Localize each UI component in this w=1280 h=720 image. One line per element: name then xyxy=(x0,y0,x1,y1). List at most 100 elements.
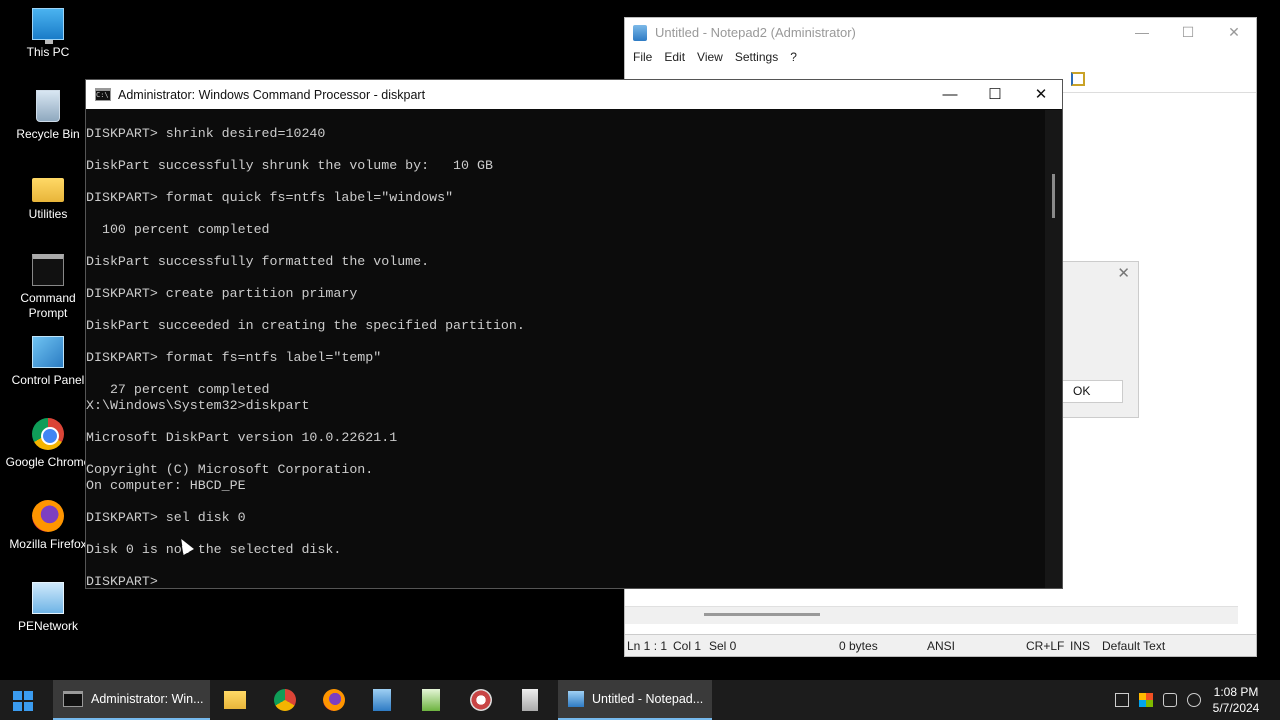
calculator-icon xyxy=(522,689,538,711)
status-line-endings: CR+LF xyxy=(1026,639,1065,653)
taskbar-app[interactable] xyxy=(461,680,501,720)
display-icon[interactable] xyxy=(1139,693,1153,707)
menu-file[interactable]: File xyxy=(627,50,658,64)
console-line: 27 percent completed xyxy=(86,382,270,397)
console-line: X:\Windows\System32>diskpart xyxy=(86,398,310,413)
taskbar-calculator[interactable] xyxy=(510,680,550,720)
status-encoding: ANSI xyxy=(927,639,956,653)
exit-icon[interactable] xyxy=(1071,72,1085,86)
console-line: DISKPART> format fs=ntfs label="temp" xyxy=(86,350,382,365)
menu-settings[interactable]: Settings xyxy=(729,50,784,64)
desktop-icon-chrome[interactable]: Google Chrome xyxy=(0,418,96,470)
network-icon xyxy=(32,582,64,614)
dialog-ok-button[interactable]: OK xyxy=(1063,380,1123,403)
cmd-title-bar[interactable]: C:\ Administrator: Windows Command Proce… xyxy=(86,80,1062,109)
console-line: DiskPart successfully formatted the volu… xyxy=(86,254,430,269)
firefox-icon xyxy=(32,500,64,532)
desktop-icon-label: Mozilla Firefox xyxy=(9,537,87,551)
menu-edit[interactable]: Edit xyxy=(658,50,691,64)
command-prompt-icon xyxy=(32,254,64,286)
speaker-icon[interactable] xyxy=(1187,693,1201,707)
notepad-maximize-button[interactable]: ☐ xyxy=(1165,18,1211,47)
taskbar-clock[interactable]: 1:08 PM 5/7/2024 xyxy=(1206,684,1266,716)
desktop-icon-label: Recycle Bin xyxy=(16,127,80,141)
notepad-icon xyxy=(568,691,584,707)
disk-tool-icon xyxy=(470,689,492,711)
cmd-icon: C:\ xyxy=(95,88,111,101)
dialog-close-button[interactable]: ✕ xyxy=(1117,264,1130,282)
desktop-icon-recycle-bin[interactable]: Recycle Bin xyxy=(0,90,96,142)
taskbar: Administrator: Win... Untitled - Notepad… xyxy=(0,680,1280,720)
notepad-title: Untitled - Notepad2 (Administrator) xyxy=(655,25,856,40)
desktop-icon-control-panel[interactable]: Control Panel xyxy=(0,336,96,388)
cmd-maximize-button[interactable]: ☐ xyxy=(972,80,1018,109)
taskbar-cmd-label: Administrator: Win... xyxy=(91,692,204,706)
notepad-menu-bar: File Edit View Settings ? xyxy=(625,47,1256,67)
taskbar-notepad2[interactable] xyxy=(362,680,402,720)
scrollbar-thumb[interactable] xyxy=(1052,174,1055,218)
cmd-window[interactable]: C:\ Administrator: Windows Command Proce… xyxy=(85,79,1063,589)
status-mode: INS xyxy=(1070,639,1091,653)
taskbar-cmd-button[interactable]: Administrator: Win... xyxy=(53,680,210,720)
notepad-horizontal-scrollbar[interactable] xyxy=(625,606,1238,624)
taskbar-file-explorer[interactable] xyxy=(215,680,255,720)
console-line: Copyright (C) Microsoft Corporation. xyxy=(86,462,374,477)
desktop-icon-label: Control Panel xyxy=(11,373,85,387)
windows-logo-icon xyxy=(13,691,33,711)
desktop-icon-firefox[interactable]: Mozilla Firefox xyxy=(0,500,96,552)
menu-help[interactable]: ? xyxy=(784,50,803,64)
notepad-title-bar[interactable]: Untitled - Notepad2 (Administrator) — ☐ … xyxy=(625,18,1256,47)
taskbar-firefox[interactable] xyxy=(314,680,354,720)
console-line: Disk 0 is now the selected disk. xyxy=(86,542,342,557)
console-line: DiskPart successfully shrunk the volume … xyxy=(86,158,493,173)
taskbar-editor[interactable] xyxy=(411,680,451,720)
notepad-close-button[interactable]: ✕ xyxy=(1211,18,1257,47)
status-size: 0 bytes xyxy=(839,639,878,653)
firefox-icon xyxy=(323,689,345,711)
cmd-minimize-button[interactable]: — xyxy=(927,80,973,109)
console-line: DISKPART> shrink desired=10240 xyxy=(86,126,326,141)
desktop-icon-label: Utilities xyxy=(28,207,68,221)
menu-view[interactable]: View xyxy=(691,50,729,64)
console-line: Microsoft DiskPart version 10.0.22621.1 xyxy=(86,430,398,445)
desktop-icon-label: Command Prompt xyxy=(20,291,76,320)
cmd-title: Administrator: Windows Command Processor… xyxy=(118,87,426,102)
desktop-icon-this-pc[interactable]: This PC xyxy=(0,8,96,60)
start-button[interactable] xyxy=(0,680,46,720)
message-dialog[interactable]: ✕ OK xyxy=(1063,261,1139,418)
desktop-icon-label: This PC xyxy=(26,45,70,59)
desktop-icon-label: PENetwork xyxy=(17,619,79,633)
console-line: DISKPART> format quick fs=ntfs label="wi… xyxy=(86,190,454,205)
notepad-minimize-button[interactable]: — xyxy=(1119,18,1165,47)
cmd-console-output[interactable]: DISKPART> shrink desired=10240 DiskPart … xyxy=(86,110,1046,588)
desktop-icon-penetwork[interactable]: PENetwork xyxy=(0,582,96,634)
taskbar-chrome[interactable] xyxy=(265,680,305,720)
notepad-icon xyxy=(373,689,391,711)
desktop-icon-utilities[interactable]: Utilities xyxy=(0,172,96,222)
cmd-vertical-scrollbar[interactable] xyxy=(1045,110,1062,588)
file-explorer-icon xyxy=(224,691,246,709)
status-position: Ln 1 : 1 xyxy=(627,639,668,653)
chrome-icon xyxy=(274,689,296,711)
scrollbar-thumb[interactable] xyxy=(704,613,820,616)
command-prompt-icon xyxy=(63,691,83,707)
console-line: DISKPART> xyxy=(86,574,166,588)
recycle-bin-icon xyxy=(36,90,60,122)
console-line: 100 percent completed xyxy=(86,222,270,237)
network-status-icon[interactable] xyxy=(1163,693,1177,707)
cmd-close-button[interactable]: ✕ xyxy=(1018,80,1064,109)
folder-icon xyxy=(32,178,64,202)
status-sel: Sel 0 xyxy=(709,639,737,653)
text-editor-icon xyxy=(422,689,440,711)
keyboard-icon[interactable] xyxy=(1115,693,1129,707)
notepad-status-bar: Ln 1 : 1 Col 1 Sel 0 0 bytes ANSI CR+LF … xyxy=(625,634,1256,656)
desktop-icon-command-prompt[interactable]: Command Prompt xyxy=(0,254,96,321)
taskbar-notepad-button[interactable]: Untitled - Notepad... xyxy=(558,680,712,720)
